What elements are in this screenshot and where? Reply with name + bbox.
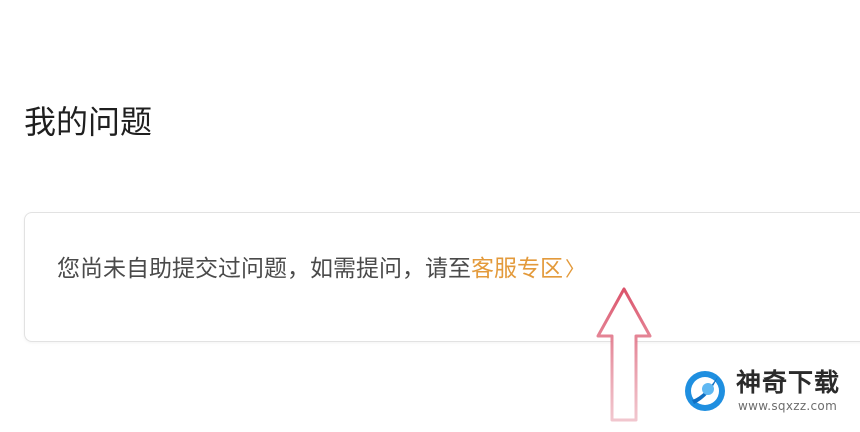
chevron-right-icon: 〉	[565, 257, 585, 281]
up-arrow-icon	[596, 287, 652, 422]
watermark-title: 神奇下载	[736, 368, 841, 397]
customer-service-link-label: 客服专区	[471, 256, 563, 282]
watermark-logo-icon	[685, 371, 725, 411]
empty-questions-card: 您尚未自助提交过问题，如需提问，请至客服专区〉	[24, 212, 860, 342]
watermark: 神奇下载 www.sqxzz.com	[680, 364, 860, 420]
empty-message-text: 您尚未自助提交过问题，如需提问，请至	[57, 256, 471, 282]
empty-questions-message: 您尚未自助提交过问题，如需提问，请至客服专区〉	[57, 251, 585, 287]
page-title: 我的问题	[24, 103, 153, 141]
customer-service-link[interactable]: 客服专区〉	[471, 256, 585, 282]
watermark-url: www.sqxzz.com	[738, 399, 838, 413]
